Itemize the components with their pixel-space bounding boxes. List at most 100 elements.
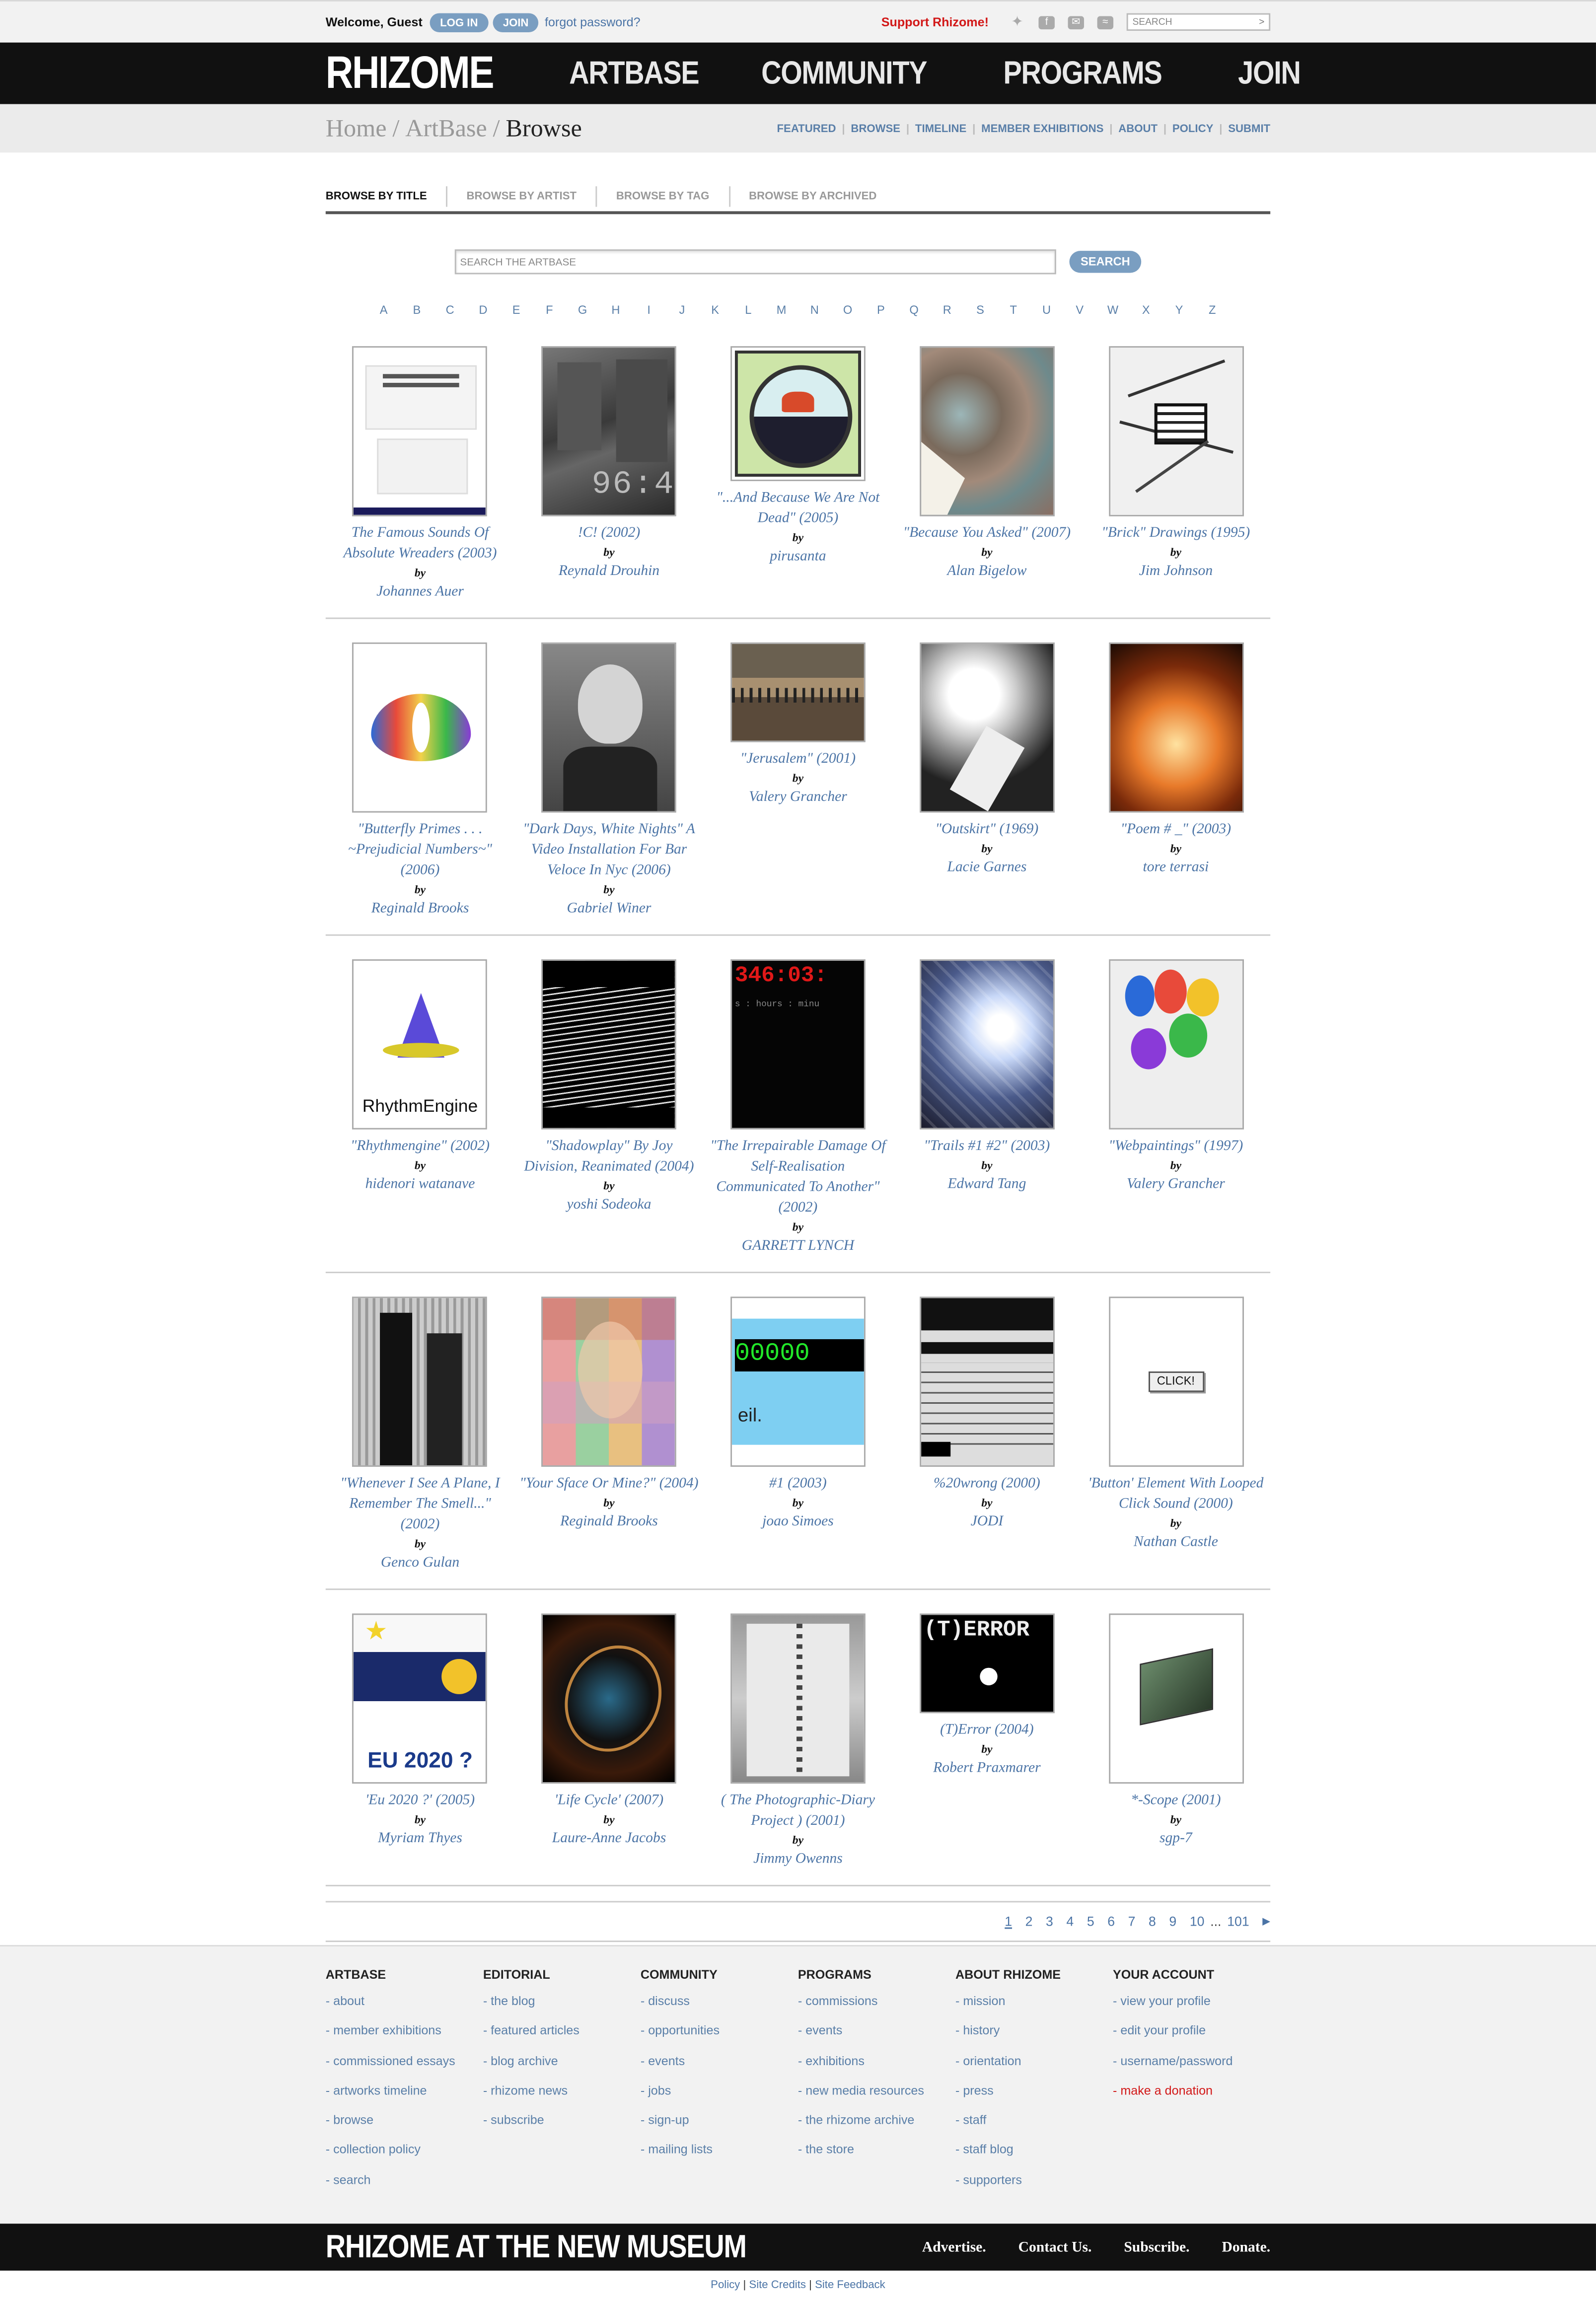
tab-browse-by-archived[interactable]: BROWSE BY ARCHIVED xyxy=(728,186,896,207)
alphabet-letter-v[interactable]: V xyxy=(1063,303,1096,317)
subnav-featured[interactable]: FEATURED xyxy=(777,122,836,135)
artwork-author-link[interactable]: Laure-Anne Jacobs xyxy=(552,1829,666,1850)
artwork-author-link[interactable]: Reginald Brooks xyxy=(560,1512,658,1533)
artwork-title-link[interactable]: ( The Photographic-Diary Project ) (2001… xyxy=(709,1791,887,1832)
alphabet-letter-p[interactable]: P xyxy=(864,303,897,317)
artwork-title-link[interactable]: "Outskirt" (1969) xyxy=(897,820,1076,840)
artwork-title-link[interactable]: "Webpaintings" (1997) xyxy=(1087,1137,1265,1157)
nav-programs[interactable]: PROGRAMS xyxy=(1004,54,1162,92)
artwork-author-link[interactable]: joao Simoes xyxy=(762,1512,834,1533)
artwork-author-link[interactable]: Gabriel Winer xyxy=(567,899,652,920)
artwork-author-link[interactable]: Jim Johnson xyxy=(1139,562,1213,582)
artwork-title-link[interactable]: "Whenever I See A Plane, I Remember The … xyxy=(331,1474,509,1536)
top-search-input[interactable]: SEARCH > xyxy=(1126,13,1271,31)
footer-link[interactable]: - commissions xyxy=(798,1986,955,2016)
footer-link[interactable]: - jobs xyxy=(641,2076,798,2105)
rss-icon[interactable]: ≈ xyxy=(1097,15,1114,29)
site-feedback-link[interactable]: Site Feedback xyxy=(815,2278,885,2292)
breadcrumb-home[interactable]: Home xyxy=(326,114,387,142)
twitter-icon[interactable]: ✦ xyxy=(1009,15,1025,30)
artwork-author-link[interactable]: Johannes Auer xyxy=(376,582,464,603)
pagination-page-6[interactable]: 6 xyxy=(1107,1914,1115,1929)
artwork-title-link[interactable]: (T)Error (2004) xyxy=(897,1721,1076,1741)
artwork-title-link[interactable]: 'Button' Element With Looped Click Sound… xyxy=(1087,1474,1265,1515)
alphabet-letter-h[interactable]: H xyxy=(599,303,633,317)
artwork-title-link[interactable]: "Poem # _" (2003) xyxy=(1087,820,1265,840)
footer-link[interactable]: - edit your profile xyxy=(1113,2016,1270,2046)
facebook-icon[interactable]: f xyxy=(1038,15,1055,29)
artwork-thumbnail[interactable]: (T)ERROR xyxy=(919,1613,1055,1714)
forgot-password-link[interactable]: forgot password? xyxy=(545,15,641,30)
footer-link[interactable]: - view your profile xyxy=(1113,1986,1270,2016)
tab-browse-by-title[interactable]: BROWSE BY TITLE xyxy=(326,186,446,207)
pagination-page-101[interactable]: 101 xyxy=(1227,1914,1249,1929)
footer-link[interactable]: - mailing lists xyxy=(641,2135,798,2165)
artwork-thumbnail[interactable]: CLICK! xyxy=(1108,1296,1243,1467)
subnav-member-exhibitions[interactable]: MEMBER EXHIBITIONS xyxy=(981,122,1103,135)
alphabet-letter-w[interactable]: W xyxy=(1096,303,1130,317)
artwork-thumbnail[interactable] xyxy=(1108,642,1243,813)
artwork-title-link[interactable]: "Your Sface Or Mine?" (2004) xyxy=(519,1474,698,1495)
pagination-page-8[interactable]: 8 xyxy=(1149,1914,1156,1929)
artwork-thumbnail[interactable]: 96:4 xyxy=(541,346,677,516)
artwork-author-link[interactable]: Jimmy Owenns xyxy=(753,1850,843,1870)
artwork-thumbnail[interactable] xyxy=(730,1613,866,1784)
alphabet-letter-o[interactable]: O xyxy=(831,303,865,317)
footer-link[interactable]: - mission xyxy=(955,1986,1113,2016)
alphabet-letter-f[interactable]: F xyxy=(533,303,566,317)
artwork-author-link[interactable]: Reginald Brooks xyxy=(371,899,469,920)
alphabet-letter-x[interactable]: X xyxy=(1129,303,1162,317)
alphabet-letter-z[interactable]: Z xyxy=(1196,303,1229,317)
artwork-author-link[interactable]: sgp-7 xyxy=(1160,1829,1192,1850)
footer-link[interactable]: - staff blog xyxy=(955,2135,1113,2165)
artwork-thumbnail[interactable]: RhythmEngine xyxy=(353,959,488,1130)
footer-link[interactable]: - discuss xyxy=(641,1986,798,2016)
artwork-title-link[interactable]: "The Irrepairable Damage Of Self-Realisa… xyxy=(709,1137,887,1219)
artwork-title-link[interactable]: "Brick" Drawings (1995) xyxy=(1087,524,1265,544)
footer-link[interactable]: - new media resources xyxy=(798,2076,955,2105)
artwork-title-link[interactable]: !C! (2002) xyxy=(519,524,698,544)
tab-browse-by-artist[interactable]: BROWSE BY ARTIST xyxy=(446,186,595,207)
footer-link[interactable]: - the blog xyxy=(483,1986,641,2016)
footer-link[interactable]: - search xyxy=(326,2164,483,2194)
footer-link[interactable]: - commissioned essays xyxy=(326,2046,483,2076)
footer-link[interactable]: - opportunities xyxy=(641,2016,798,2046)
footer-link[interactable]: - staff xyxy=(955,2105,1113,2135)
nav-join[interactable]: JOIN xyxy=(1237,54,1301,92)
artwork-thumbnail[interactable] xyxy=(919,1296,1055,1467)
footer-contact-link[interactable]: Contact Us. xyxy=(1018,2239,1092,2255)
alphabet-letter-s[interactable]: S xyxy=(964,303,997,317)
site-credits-link[interactable]: Site Credits xyxy=(749,2278,806,2292)
alphabet-letter-j[interactable]: J xyxy=(665,303,699,317)
artwork-author-link[interactable]: GARRETT LYNCH xyxy=(742,1236,854,1257)
artwork-title-link[interactable]: 'Eu 2020 ?' (2005) xyxy=(331,1791,509,1811)
footer-donate-link[interactable]: Donate. xyxy=(1222,2239,1270,2255)
footer-link[interactable]: - featured articles xyxy=(483,2016,641,2046)
email-icon[interactable]: ✉ xyxy=(1068,15,1085,29)
footer-advertise-link[interactable]: Advertise. xyxy=(922,2239,986,2255)
rhizome-logo[interactable]: RHIZOME xyxy=(326,47,495,100)
artwork-title-link[interactable]: "Because You Asked" (2007) xyxy=(897,524,1076,544)
artwork-author-link[interactable]: Alan Bigelow xyxy=(947,562,1026,582)
alphabet-letter-k[interactable]: K xyxy=(699,303,732,317)
alphabet-letter-c[interactable]: C xyxy=(434,303,467,317)
alphabet-letter-l[interactable]: L xyxy=(731,303,765,317)
artwork-title-link[interactable]: "Trails #1 #2" (2003) xyxy=(897,1137,1076,1157)
artwork-title-link[interactable]: %20wrong (2000) xyxy=(897,1474,1076,1495)
artwork-title-link[interactable]: 'Life Cycle' (2007) xyxy=(519,1791,698,1811)
footer-link[interactable]: - orientation xyxy=(955,2046,1113,2076)
footer-link[interactable]: - press xyxy=(955,2076,1113,2105)
footer-link[interactable]: - subscribe xyxy=(483,2105,641,2135)
footer-link[interactable]: - the rhizome archive xyxy=(798,2105,955,2135)
nav-artbase[interactable]: ARTBASE xyxy=(569,54,700,92)
artwork-thumbnail[interactable] xyxy=(1108,1613,1243,1784)
artwork-title-link[interactable]: "Shadowplay" By Joy Division, Reanimated… xyxy=(519,1137,698,1178)
tab-browse-by-tag[interactable]: BROWSE BY TAG xyxy=(595,186,728,207)
artwork-thumbnail[interactable] xyxy=(919,346,1055,516)
footer-link[interactable]: - blog archive xyxy=(483,2046,641,2076)
artwork-author-link[interactable]: Edward Tang xyxy=(947,1175,1026,1195)
artwork-author-link[interactable]: tore terrasi xyxy=(1143,858,1209,878)
alphabet-letter-r[interactable]: R xyxy=(931,303,964,317)
alphabet-letter-b[interactable]: B xyxy=(400,303,434,317)
alphabet-letter-n[interactable]: N xyxy=(798,303,831,317)
